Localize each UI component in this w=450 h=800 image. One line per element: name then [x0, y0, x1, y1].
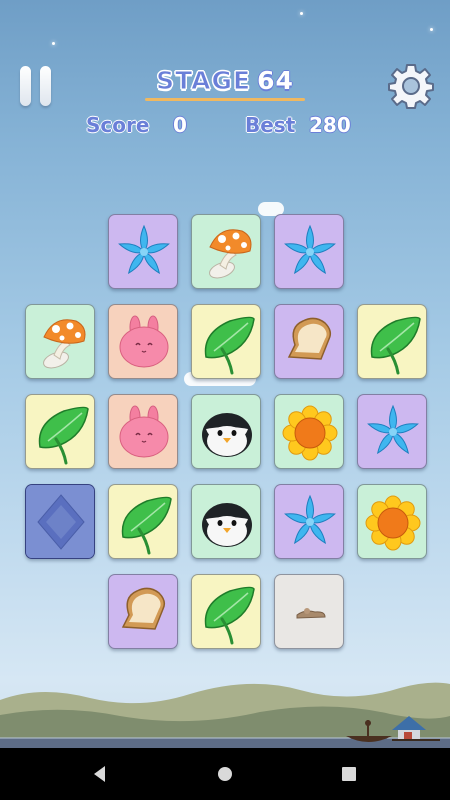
flower-blue-icon	[284, 494, 336, 545]
leaf-green-icon	[370, 316, 421, 375]
leaf-green-icon	[38, 406, 89, 465]
tile-selected-blank[interactable]	[25, 484, 95, 559]
tile-flower-blue[interactable]	[357, 394, 427, 469]
tile-penguin[interactable]	[191, 394, 261, 469]
system-navigation-bar	[0, 748, 450, 800]
tile-leaf-green[interactable]	[191, 304, 261, 379]
tile-bunny-pink[interactable]	[108, 394, 178, 469]
penguin-icon	[202, 503, 252, 547]
mushroom-icon	[209, 229, 252, 279]
bread-icon	[287, 317, 332, 360]
recents-square-icon[interactable]	[337, 762, 361, 786]
tile-leaf-green[interactable]	[25, 394, 95, 469]
removed-crumbs-icon	[296, 608, 326, 619]
sunflower-icon	[282, 405, 338, 461]
tile-mushroom[interactable]	[191, 214, 261, 289]
selected-blank-icon	[26, 485, 94, 558]
tile-bunny-pink[interactable]	[108, 304, 178, 379]
bunny-pink-icon	[119, 405, 169, 458]
game-screen: STAGE 64 Score 0 Best 280	[0, 0, 450, 800]
back-triangle-icon[interactable]	[88, 762, 112, 786]
tile-bread[interactable]	[274, 304, 344, 379]
tile-sunflower[interactable]	[274, 394, 344, 469]
tile-flower-blue[interactable]	[108, 214, 178, 289]
leaf-green-icon	[121, 496, 172, 555]
tile-leaf-green[interactable]	[191, 574, 261, 649]
tile-leaf-green[interactable]	[357, 304, 427, 379]
tile-mushroom[interactable]	[25, 304, 95, 379]
mushroom-icon	[43, 319, 86, 369]
leaf-green-icon	[204, 586, 255, 645]
leaf-green-icon	[204, 316, 255, 375]
bunny-pink-icon	[119, 315, 169, 368]
tile-penguin[interactable]	[191, 484, 261, 559]
tile-bread[interactable]	[108, 574, 178, 649]
tile-leaf-green[interactable]	[108, 484, 178, 559]
flower-blue-icon	[118, 224, 170, 275]
sunflower-icon	[365, 495, 421, 551]
flower-blue-icon	[367, 404, 419, 455]
tile-flower-blue[interactable]	[274, 484, 344, 559]
tile-removed-crumbs	[274, 574, 344, 649]
bread-icon	[121, 587, 166, 630]
tile-sunflower[interactable]	[357, 484, 427, 559]
tile-flower-blue[interactable]	[274, 214, 344, 289]
hills-scenery	[0, 682, 450, 750]
flower-blue-icon	[284, 224, 336, 275]
home-circle-icon[interactable]	[213, 762, 237, 786]
penguin-icon	[202, 413, 252, 457]
